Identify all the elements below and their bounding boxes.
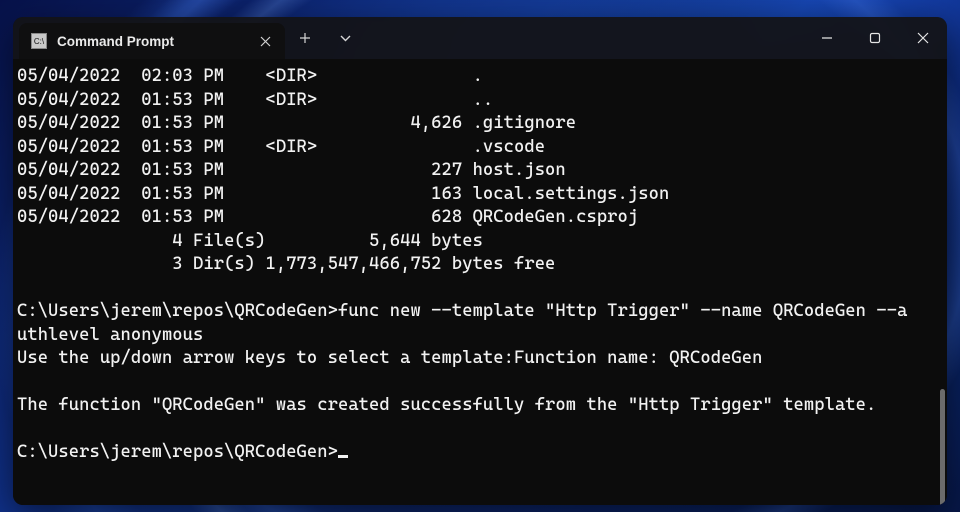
- terminal-content[interactable]: 05/04/2022 02:03 PM <DIR> . 05/04/2022 0…: [13, 59, 947, 505]
- scrollbar-thumb[interactable]: [940, 389, 945, 505]
- titlebar[interactable]: C:\ Command Prompt: [13, 17, 947, 59]
- close-window-button[interactable]: [899, 17, 947, 59]
- terminal-output: 05/04/2022 02:03 PM <DIR> . 05/04/2022 0…: [17, 65, 945, 465]
- new-tab-button[interactable]: [285, 17, 325, 59]
- tab-title: Command Prompt: [57, 34, 245, 49]
- desktop-wallpaper: C:\ Command Prompt: [0, 0, 960, 512]
- titlebar-drag-area[interactable]: [365, 17, 803, 59]
- maximize-button[interactable]: [851, 17, 899, 59]
- close-tab-button[interactable]: [255, 31, 275, 51]
- tab-command-prompt[interactable]: C:\ Command Prompt: [19, 23, 285, 59]
- tab-dropdown-button[interactable]: [325, 17, 365, 59]
- cmd-icon: C:\: [31, 33, 47, 49]
- minimize-button[interactable]: [803, 17, 851, 59]
- terminal-window: C:\ Command Prompt: [13, 17, 947, 505]
